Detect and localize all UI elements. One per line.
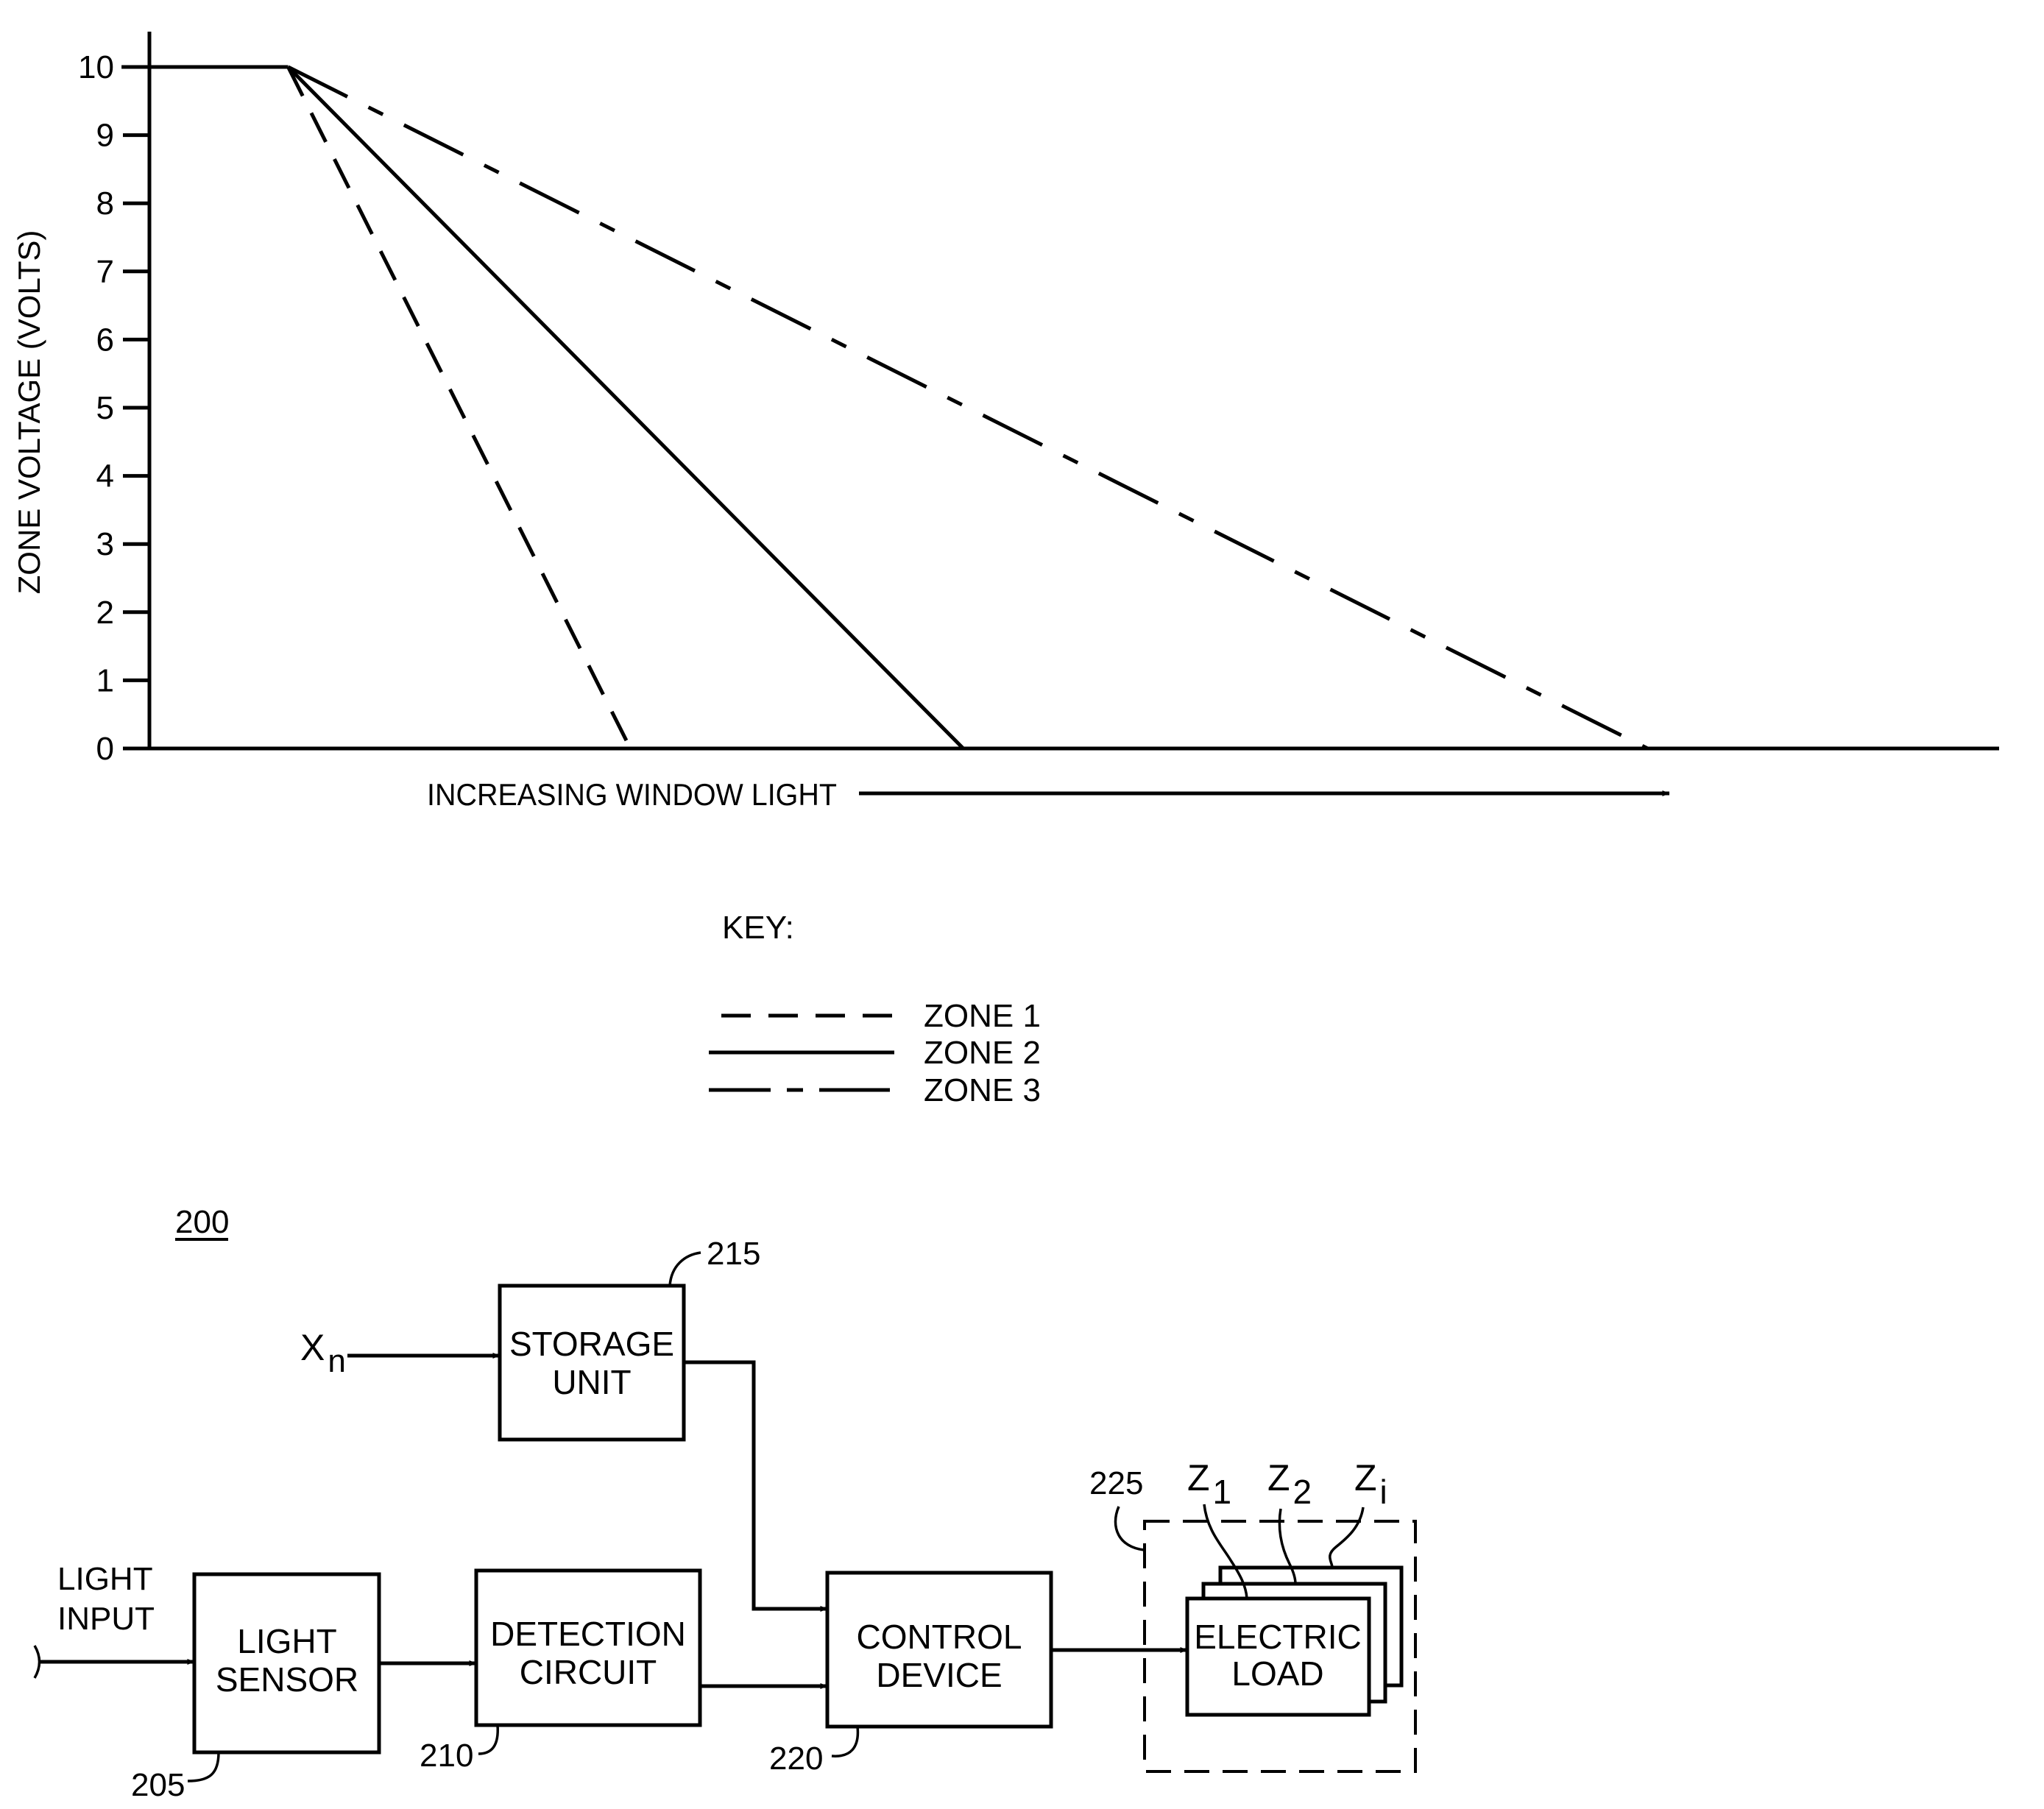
control-device-ref-leader [831,1726,860,1757]
y-tick-label-8: 8 [96,185,114,222]
y-tick-label-1: 1 [96,662,114,698]
zone-zi-main: Z [1354,1457,1377,1498]
legend-item-zone-2: ZONE 2 [709,1035,1041,1071]
light-input-label-line2: INPUT [57,1601,155,1637]
zone-z1-main: Z [1187,1457,1210,1498]
storage-unit-ref: 215 [707,1236,760,1272]
series-layer [121,65,1999,751]
electric-load-label-line2: LOAD [1231,1654,1323,1693]
zone-label-z2: Z2 [1267,1457,1312,1511]
detection-circuit-label-line2: CIRCUIT [520,1653,657,1691]
control-device-label-line1: CONTROL [857,1618,1022,1656]
xn-subscript: n [328,1343,345,1379]
electric-load-stack: ELECTRIC LOAD [1185,1565,1404,1717]
control-device-label-line2: DEVICE [876,1656,1002,1694]
control-device-block: CONTROL DEVICE [825,1571,1053,1729]
detection-circuit-block: DETECTION CIRCUIT [474,1568,702,1727]
detection-circuit-label-line1: DETECTION [490,1615,686,1653]
detection-circuit-ref-leader [478,1724,499,1755]
y-tick-label-6: 6 [96,322,114,358]
series-zone-1-line [286,66,632,750]
legend-item-zone-3: ZONE 3 [709,1072,1041,1108]
storage-unit-label-line1: STORAGE [509,1325,674,1363]
y-tick-label-9: 9 [96,118,114,154]
light-sensor-block: LIGHT SENSOR [192,1572,381,1755]
y-tick-label-3: 3 [96,526,114,562]
xn-input-label: Xn [300,1327,346,1379]
figure-ref-label: 200 [175,1204,229,1240]
electric-load-label-line1: ELECTRIC [1194,1618,1361,1656]
block-diagram: 200 Xn STORAGE UNIT 215 LIGHT INPUT LIGH… [33,1204,1417,1803]
legend-item-zone-1: ZONE 1 [721,998,1041,1034]
y-tick-label-4: 4 [96,459,114,495]
y-tick-label-5: 5 [96,390,114,426]
light-sensor-ref-leader [187,1752,220,1783]
electric-load-group-ref-leader [1114,1506,1145,1551]
storage-to-control-wire [684,1360,828,1612]
y-axis-title: ZONE VOLTAGE (VOLTS) [12,230,46,595]
y-tick-label-10: 10 [78,49,114,85]
chart-legend: KEY: ZONE 1 ZONE 2 ZONE 3 [709,910,1041,1108]
zone-z1-sub: 1 [1213,1473,1232,1511]
series-zone-2-line [286,66,1999,751]
legend-label-zone-3: ZONE 3 [924,1072,1041,1108]
zone-z2-main: Z [1267,1457,1290,1498]
light-sensor-label-line1: LIGHT [237,1622,336,1660]
y-tick-label-7: 7 [96,254,114,290]
light-sensor-label-line2: SENSOR [216,1660,358,1699]
light-sensor-ref: 205 [131,1767,185,1803]
zone-zi-leader [1329,1507,1365,1568]
control-device-ref: 220 [769,1741,823,1777]
legend-label-zone-1: ZONE 1 [924,998,1041,1034]
xn-main: X [300,1327,325,1368]
storage-unit-label-line2: UNIT [552,1363,631,1401]
electric-load-group-ref: 225 [1089,1465,1143,1501]
storage-unit-block: STORAGE UNIT [498,1284,686,1442]
series-zone-3-line [287,65,1649,751]
legend-label-zone-2: ZONE 2 [924,1035,1041,1071]
zone-z2-sub: 2 [1293,1473,1312,1511]
light-input-bracket-icon [33,1645,41,1679]
zone-label-zi: Zi [1354,1457,1387,1511]
legend-title: KEY: [722,910,794,946]
y-tick-label-2: 2 [96,595,114,631]
figure-canvas: 0 1 2 3 4 5 6 7 8 9 10 ZONE VOLTAGE (VOLTS) INCREA… [12,32,1999,1803]
detection-circuit-ref: 210 [420,1738,473,1774]
light-input-label-line1: LIGHT [57,1561,153,1597]
y-ticks: 0 1 2 3 4 5 6 7 8 9 10 [78,49,149,767]
x-axis-title: INCREASING WINDOW LIGHT [427,777,837,812]
storage-unit-ref-leader [668,1251,701,1286]
y-tick-label-0: 0 [96,731,114,767]
zone-label-z1: Z1 [1187,1457,1231,1511]
zone-zi-sub: i [1380,1473,1387,1511]
zone-voltage-chart: 0 1 2 3 4 5 6 7 8 9 10 ZONE VOLTAGE (VOLTS) INCREA… [12,32,1999,812]
